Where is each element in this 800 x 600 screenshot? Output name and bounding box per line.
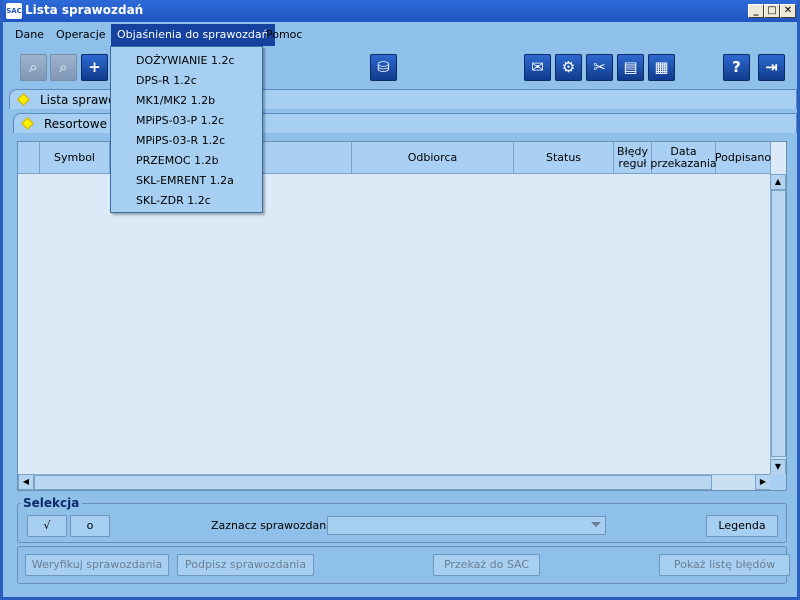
dropdown-item-skl-emrent[interactable]: SKL-EMRENT 1.2a xyxy=(111,171,262,191)
vertical-scrollbar[interactable]: ▲ ▼ xyxy=(770,174,786,475)
database-icon: ⛁ xyxy=(377,58,390,76)
dropdown-item-dps-r[interactable]: DPS-R 1.2c xyxy=(111,71,262,91)
exit-icon: ⇥ xyxy=(765,58,778,76)
column-header-odbiorca[interactable]: Odbiorca xyxy=(352,142,514,174)
dropdown-item-dozywianie[interactable]: DOŻYWIANIE 1.2c xyxy=(111,51,262,71)
exit-button[interactable]: ⇥ xyxy=(758,54,785,81)
help-button[interactable]: ? xyxy=(723,54,750,81)
menu-bar: Dane Operacje Objaśnienia do sprawozdań … xyxy=(3,24,797,46)
vertical-scroll-thumb[interactable] xyxy=(771,190,786,457)
verify-button[interactable]: Weryfikuj sprawozdania xyxy=(25,554,169,576)
help-icon: ? xyxy=(732,58,741,76)
menu-dane[interactable]: Dane xyxy=(9,24,50,46)
tools-icon: ✂ xyxy=(593,58,606,76)
menu-objasnienia[interactable]: Objaśnienia do sprawozdań xyxy=(111,24,275,46)
sign-button[interactable]: Podpisz sprawozdania xyxy=(177,554,314,576)
dropdown-item-mpips-03-r[interactable]: MPiPS-03-R 1.2c xyxy=(111,131,262,151)
search-icon: ⌕ xyxy=(59,58,68,76)
menu-pomoc[interactable]: Pomoc xyxy=(260,24,308,46)
mail-icon: ✉ xyxy=(531,58,544,76)
search-prev-icon: ⌕ xyxy=(29,58,38,76)
document-button[interactable]: ▦ xyxy=(648,54,675,81)
mark-reports-combo[interactable] xyxy=(327,516,606,535)
database-button[interactable]: ⛁ xyxy=(370,54,397,81)
report-button[interactable]: ▤ xyxy=(617,54,644,81)
scroll-up-icon[interactable]: ▲ xyxy=(770,174,786,190)
dropdown-item-przemoc[interactable]: PRZEMOC 1.2b xyxy=(111,151,262,171)
deselect-all-button[interactable]: o xyxy=(70,515,110,537)
tab-label: Resortowe xyxy=(44,117,107,131)
app-icon: SAC xyxy=(6,3,22,19)
window-title: Lista sprawozdań xyxy=(25,3,144,17)
column-header-bledy[interactable]: Błędy reguł xyxy=(614,142,652,174)
add-button[interactable]: + xyxy=(81,54,108,81)
main-window: SAC Lista sprawozdań _ □ ✕ Dane Operacje… xyxy=(0,0,800,600)
scroll-down-icon[interactable]: ▼ xyxy=(770,459,786,475)
legend-button[interactable]: Legenda xyxy=(706,515,778,537)
send-to-sac-button[interactable]: Przekaż do SAC xyxy=(433,554,540,576)
chevron-down-icon[interactable] xyxy=(591,522,601,527)
search-prev-button[interactable]: ⌕ xyxy=(20,54,47,81)
document-icon: ▦ xyxy=(654,58,669,76)
dropdown-item-mpips-03-p[interactable]: MPiPS-03-P 1.2c xyxy=(111,111,262,131)
settings-icon: ⚙ xyxy=(561,58,576,76)
column-header-data[interactable]: Data przekazania xyxy=(650,142,717,174)
column-header-checkbox[interactable] xyxy=(18,142,40,174)
tab-diamond-icon xyxy=(21,117,34,130)
dropdown-item-skl-zdr[interactable]: SKL-ZDR 1.2c xyxy=(111,191,262,211)
menu-operacje[interactable]: Operacje xyxy=(50,24,112,46)
objasnienia-dropdown: DOŻYWIANIE 1.2c DPS-R 1.2c MK1/MK2 1.2b … xyxy=(110,46,263,213)
maximize-button[interactable]: □ xyxy=(764,4,780,18)
scroll-left-icon[interactable]: ◀ xyxy=(18,474,34,490)
column-header-podpisano[interactable]: Podpisano xyxy=(715,142,771,174)
mark-reports-label: Zaznacz sprawozdania: xyxy=(211,519,340,532)
minimize-button[interactable]: _ xyxy=(748,4,764,18)
close-button[interactable]: ✕ xyxy=(780,4,796,18)
column-header-status[interactable]: Status xyxy=(514,142,614,174)
column-header-symbol[interactable]: Symbol xyxy=(40,142,110,174)
report-icon: ▤ xyxy=(623,58,638,76)
settings-button[interactable]: ⚙ xyxy=(555,54,582,81)
horizontal-scrollbar[interactable]: ◀ ▶ xyxy=(18,474,771,490)
scroll-right-icon[interactable]: ▶ xyxy=(755,474,771,490)
horizontal-scroll-thumb[interactable] xyxy=(34,475,712,490)
scroll-corner xyxy=(770,474,786,490)
tab-diamond-icon xyxy=(17,93,30,106)
add-icon: + xyxy=(88,58,101,76)
show-errors-button[interactable]: Pokaż listę błędów xyxy=(659,554,790,576)
title-bar[interactable]: SAC Lista sprawozdań _ □ ✕ xyxy=(3,0,797,22)
tools-button[interactable]: ✂ xyxy=(586,54,613,81)
dropdown-item-mk1-mk2[interactable]: MK1/MK2 1.2b xyxy=(111,91,262,111)
select-all-button[interactable]: √ xyxy=(27,515,67,537)
mail-button[interactable]: ✉ xyxy=(524,54,551,81)
search-button[interactable]: ⌕ xyxy=(50,54,77,81)
selection-title: Selekcja xyxy=(20,496,83,510)
